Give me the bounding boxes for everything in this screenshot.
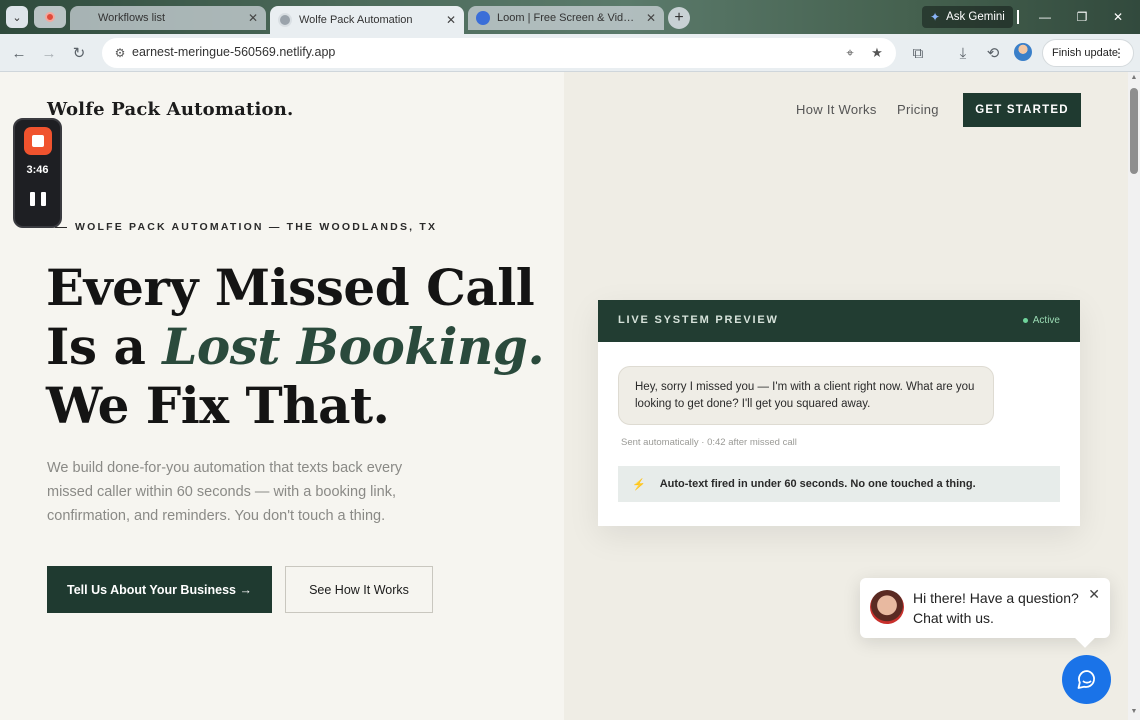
tab-title: Workflows list: [98, 12, 166, 24]
close-icon[interactable]: ✕: [248, 11, 258, 25]
nav-pricing[interactable]: Pricing: [897, 102, 939, 117]
minimize-icon[interactable]: —: [1030, 6, 1060, 28]
tab-wolfe-pack-automation[interactable]: Wolfe Pack Automation ✕: [270, 6, 464, 34]
chat-launcher-button[interactable]: [1062, 655, 1111, 704]
stop-recording-button[interactable]: [24, 127, 52, 155]
nav-how-it-works[interactable]: How It Works: [796, 102, 877, 117]
chat-popup[interactable]: Hi there! Have a question? Chat with us.…: [860, 578, 1110, 638]
scroll-up-arrow-icon[interactable]: ▲: [1128, 74, 1140, 84]
tell-us-button[interactable]: Tell Us About Your Business →: [47, 566, 272, 613]
window-close-icon[interactable]: ✕: [1103, 6, 1133, 28]
close-icon[interactable]: ✕: [1088, 586, 1100, 603]
bookmark-star-icon[interactable]: ★: [867, 43, 887, 63]
scroll-thumb[interactable]: [1130, 88, 1138, 174]
close-icon[interactable]: ✕: [646, 11, 656, 25]
live-system-preview-card: LIVE SYSTEM PREVIEW Active Hey, sorry I …: [598, 300, 1080, 526]
headline-line-2: Is a Lost Booking.: [46, 317, 566, 376]
page-scrollbar[interactable]: ▲ ▼: [1128, 72, 1140, 720]
headline-line-1: Every Missed Call: [46, 258, 535, 317]
reload-icon[interactable]: ↻: [68, 42, 90, 64]
globe-icon: [278, 13, 292, 27]
tab-title: Wolfe Pack Automation: [299, 14, 413, 26]
extensions-puzzle-icon[interactable]: ⧉: [907, 42, 929, 64]
new-tab-plus-icon[interactable]: +: [668, 7, 690, 29]
auto-text-alert: ⚡ Auto-text fired in under 60 seconds. N…: [618, 466, 1060, 502]
recording-timer: 3:46: [26, 164, 49, 176]
url-text[interactable]: earnest-meringue-560569.netlify.app: [132, 45, 335, 59]
tab-search-chevron-icon[interactable]: ⌄: [6, 6, 28, 28]
status-badge: Active: [1022, 315, 1060, 326]
card-header: LIVE SYSTEM PREVIEW Active: [598, 300, 1080, 342]
agent-avatar: [870, 590, 904, 624]
performance-icon[interactable]: ⟲: [982, 42, 1004, 64]
tab-workflows-list[interactable]: Workflows list ✕: [70, 6, 266, 30]
status-dot-icon: [1022, 318, 1028, 323]
finish-update-label: Finish update: [1052, 47, 1119, 59]
record-dot-icon: [45, 12, 55, 22]
hero-headline: Every Missed Call Is a Lost Booking. We …: [46, 258, 566, 435]
message-meta: Sent automatically · 0:42 after missed c…: [621, 437, 797, 448]
headline-line-3: We Fix That.: [46, 376, 390, 435]
download-icon[interactable]: ⤓: [952, 42, 974, 64]
tab-title: Loom | Free Screen & Video Re: [497, 12, 640, 24]
forward-arrow-icon[interactable]: →: [38, 42, 60, 64]
hero-eyebrow: WOLFE PACK AUTOMATION — THE WOODLANDS, T…: [75, 221, 438, 233]
gemini-sparkle-icon: ✦: [930, 10, 941, 24]
back-arrow-icon[interactable]: ←: [8, 42, 30, 64]
loom-recorder-controls: 3:46: [13, 118, 62, 228]
close-icon[interactable]: ✕: [446, 13, 456, 27]
location-pin-icon[interactable]: ⌖: [840, 43, 860, 63]
stop-square-icon: [32, 135, 44, 147]
see-how-it-works-button[interactable]: See How It Works: [285, 566, 433, 613]
window-controls-divider: [1017, 10, 1019, 24]
chat-bubble-icon: [1077, 669, 1095, 689]
browser-tab-strip: ⌄ Workflows list ✕ Wolfe Pack Automation…: [0, 0, 1140, 34]
headline-emphasis: Lost Booking.: [162, 317, 545, 376]
chat-greeting-line-1: Hi there! Have a question?: [913, 590, 1079, 606]
finish-update-button[interactable]: Finish update ⋮: [1042, 39, 1134, 67]
pinned-recording-tab[interactable]: [34, 6, 66, 28]
site-logo[interactable]: Wolfe Pack Automation.: [47, 99, 293, 120]
address-bar[interactable]: ⚙ earnest-meringue-560569.netlify.app ⌖ …: [102, 38, 896, 68]
scroll-down-arrow-icon[interactable]: ▼: [1128, 708, 1140, 718]
headline-line-2-prefix: Is a: [46, 317, 163, 376]
status-label: Active: [1032, 315, 1060, 326]
ask-gemini-button[interactable]: ✦ Ask Gemini: [922, 6, 1013, 28]
chat-greeting-line-2: Chat with us.: [913, 610, 994, 626]
tab-loom[interactable]: Loom | Free Screen & Video Re ✕: [468, 6, 664, 30]
profile-avatar[interactable]: [1014, 43, 1032, 61]
pause-icon[interactable]: [30, 192, 46, 206]
chat-greeting: Hi there! Have a question? Chat with us.: [913, 588, 1083, 628]
lightning-bolt-icon: ⚡: [632, 478, 646, 491]
get-started-button[interactable]: GET STARTED: [963, 93, 1081, 127]
eyebrow-rule: [55, 227, 67, 228]
card-title: LIVE SYSTEM PREVIEW: [618, 314, 779, 326]
kebab-menu-icon[interactable]: ⋮: [1113, 46, 1125, 60]
sms-message-bubble: Hey, sorry I missed you — I'm with a cli…: [618, 366, 994, 425]
loom-icon: [476, 11, 490, 25]
restore-icon[interactable]: ❐: [1067, 6, 1097, 28]
site-info-tune-icon[interactable]: ⚙: [110, 43, 130, 63]
browser-toolbar: ← → ↻ ⚙ earnest-meringue-560569.netlify.…: [0, 34, 1140, 72]
alert-text: Auto-text fired in under 60 seconds. No …: [659, 478, 976, 490]
hero-subtext: We build done-for-you automation that te…: [47, 460, 403, 524]
ask-gemini-label: Ask Gemini: [946, 11, 1005, 23]
